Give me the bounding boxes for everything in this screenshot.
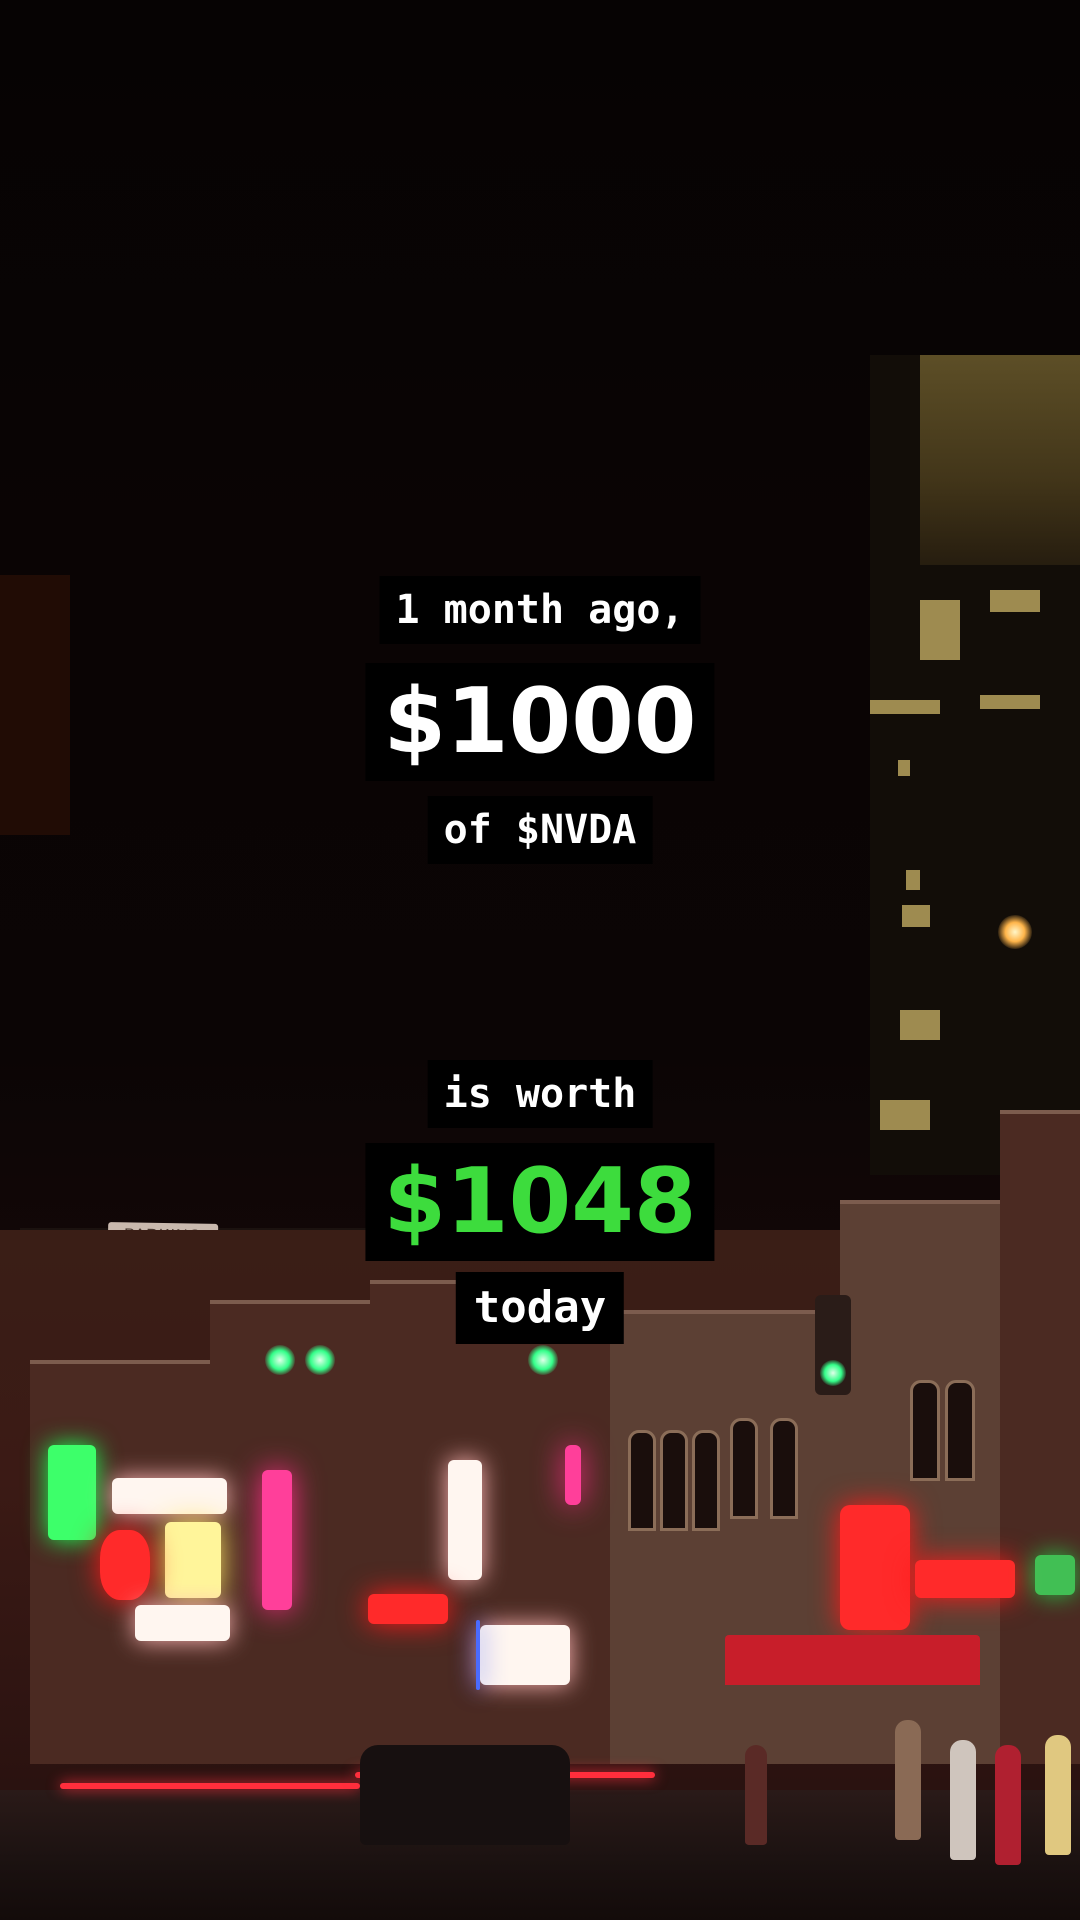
caption-current-amount: $1048 (365, 1143, 715, 1261)
caption-is-worth: is worth (427, 1060, 653, 1128)
caption-starting-amount: $1000 (365, 663, 715, 781)
caption-overlay: 1 month ago, $1000 of $NVDA is worth $10… (0, 0, 1080, 1920)
video-frame: PARKING (0, 0, 1080, 1920)
caption-time-ago: 1 month ago, (379, 576, 701, 644)
caption-today: today (455, 1272, 625, 1344)
caption-ticker: of $NVDA (427, 796, 653, 864)
